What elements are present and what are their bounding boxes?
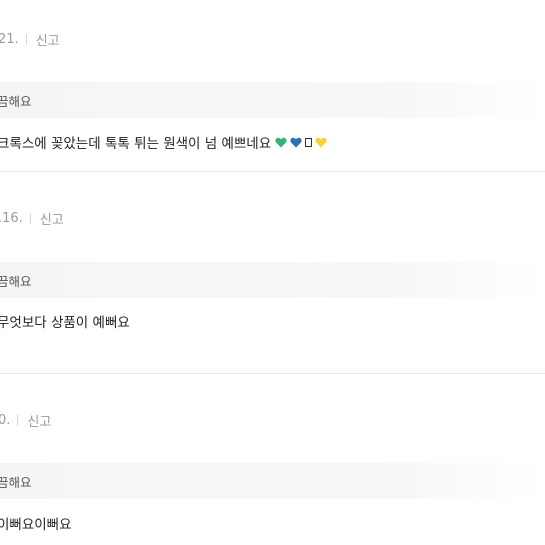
option-bar: 끔해요 <box>0 262 545 298</box>
option-text: 끔해요 <box>0 274 32 289</box>
review-meta: 0. 신고 <box>0 410 51 430</box>
review-text: 이뻐요이뻐요 <box>0 513 72 533</box>
review-text: 크록스에 꽂았는데 톡톡 튀는 원색이 넘 예쁘네요 <box>0 132 327 152</box>
yellow-heart-icon <box>315 137 327 147</box>
review-meta: 21. 신고 <box>0 29 60 49</box>
review-text-content: 이뻐요이뻐요 <box>0 517 72 533</box>
review-list-page: 21. 신고 끔해요 크록스에 꽂았는데 톡톡 튀는 원색이 넘 예쁘네요 .1… <box>0 0 545 545</box>
blue-heart-icon <box>290 137 302 147</box>
option-text: 끔해요 <box>0 475 32 490</box>
meta-separator <box>17 414 19 426</box>
review-date: 21. <box>0 31 19 47</box>
review-divider <box>0 171 545 172</box>
meta-separator <box>29 212 31 224</box>
emoji-group <box>275 137 327 148</box>
review-date: .16. <box>0 210 23 226</box>
review-date: 0. <box>0 412 11 428</box>
report-button[interactable]: 신고 <box>40 209 64 228</box>
review-divider <box>0 373 545 374</box>
review-text-content: 크록스에 꽂았는데 톡톡 튀는 원색이 넘 예쁘네요 <box>0 136 272 152</box>
missing-glyph-icon <box>305 137 313 147</box>
review-text-content: 무엇보다 상품이 예뻐요 <box>0 315 130 331</box>
meta-separator <box>25 33 27 45</box>
review-meta: .16. 신고 <box>0 208 64 228</box>
report-button[interactable]: 신고 <box>36 30 60 49</box>
option-bar: 끔해요 <box>0 463 545 499</box>
review-text: 무엇보다 상품이 예뻐요 <box>0 311 130 331</box>
option-text: 끔해요 <box>0 94 32 109</box>
report-button[interactable]: 신고 <box>27 411 51 430</box>
option-bar: 끔해요 <box>0 82 545 118</box>
green-heart-icon <box>275 137 287 147</box>
